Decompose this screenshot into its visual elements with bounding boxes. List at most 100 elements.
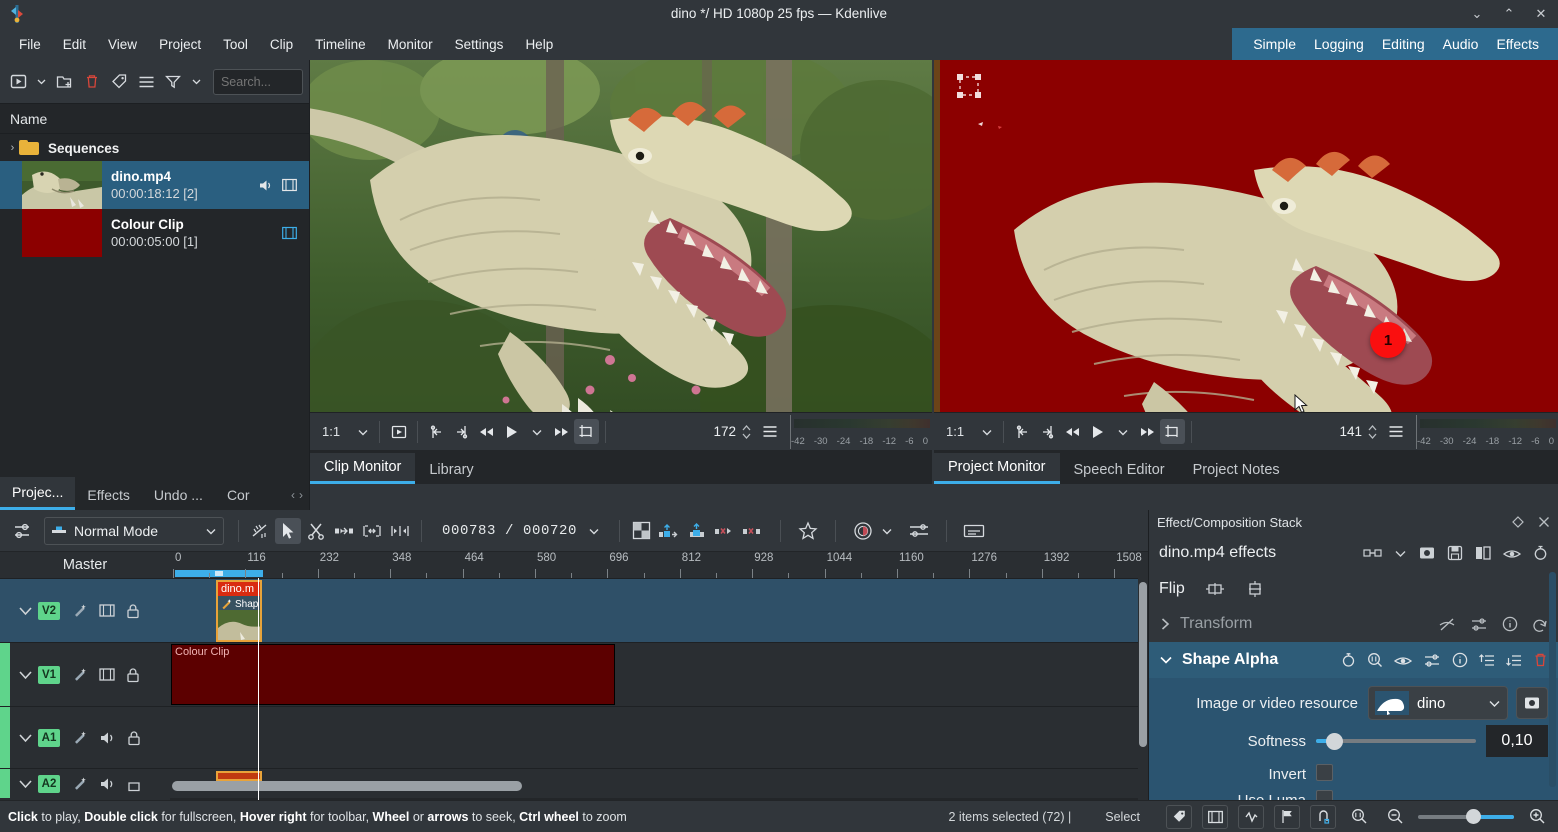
play-icon[interactable] (1085, 419, 1110, 444)
bin-folder-sequences[interactable]: › Sequences (0, 135, 309, 161)
filter-menu-chevron-down-icon[interactable] (188, 69, 205, 95)
timeline-track-v1[interactable]: Colour Clip (170, 642, 1148, 706)
lock-icon[interactable] (127, 730, 141, 746)
mask-icon[interactable] (628, 518, 654, 544)
lock-icon[interactable] (126, 667, 140, 683)
effect-stack-scrollbar[interactable] (1549, 572, 1556, 787)
timeline-track-a1[interactable] (170, 706, 1148, 768)
effects-icon[interactable] (72, 667, 88, 683)
extract-zone-icon[interactable] (684, 518, 710, 544)
effects-icon[interactable] (72, 776, 88, 792)
keyframe-icon[interactable] (1341, 652, 1356, 668)
subtitle-icon[interactable] (961, 518, 987, 544)
audio-icon[interactable] (99, 776, 116, 792)
track-name[interactable]: A2 (38, 775, 60, 793)
effects-icon[interactable] (72, 603, 88, 619)
menu-item-view[interactable]: View (97, 33, 148, 56)
chevron-down-icon[interactable] (1488, 698, 1501, 709)
timeline-horizontal-scrollbar[interactable] (172, 781, 522, 791)
insert-zone-icon[interactable] (656, 518, 682, 544)
project-monitor-position[interactable]: 141 (1339, 419, 1408, 444)
dock-tab-scroll-arrows[interactable]: ‹› (291, 488, 309, 510)
track-collapse-chevron-down-icon[interactable] (12, 732, 38, 744)
menu-item-monitor[interactable]: Monitor (377, 33, 444, 56)
favorite-icon[interactable] (795, 518, 821, 544)
add-clip-icon[interactable] (6, 69, 31, 95)
menu-item-clip[interactable]: Clip (259, 33, 304, 56)
keyframe-link-icon[interactable] (1363, 546, 1382, 560)
video-thumbs-icon[interactable] (1202, 805, 1228, 829)
keyframes-icon[interactable] (1470, 617, 1488, 632)
menu-item-settings[interactable]: Settings (444, 33, 515, 56)
softness-slider[interactable] (1316, 732, 1476, 750)
preview-icon[interactable] (1394, 654, 1412, 667)
monitor-keyframe-badge[interactable]: 1 (1370, 322, 1406, 358)
track-head-a2[interactable]: A2 (0, 768, 170, 798)
overwrite-icon[interactable] (740, 518, 766, 544)
zoom-out-icon[interactable] (1382, 805, 1408, 829)
audio-thumbs-icon[interactable] (1238, 805, 1264, 829)
video-icon[interactable] (99, 667, 115, 682)
move-up-icon[interactable] (1479, 653, 1495, 668)
chevron-down-icon[interactable] (343, 426, 369, 438)
chevron-right-icon[interactable]: › (299, 488, 303, 502)
folder-expander-icon[interactable]: › (6, 142, 19, 154)
rewind-icon[interactable] (474, 419, 499, 444)
timeline-track-v2[interactable]: dino.m Shap (170, 578, 1148, 642)
razor-tool-icon[interactable] (303, 518, 329, 544)
menu-item-project[interactable]: Project (148, 33, 212, 56)
timeline-clip-audio[interactable] (216, 771, 262, 781)
position-stepper[interactable] (741, 424, 752, 440)
timecode-menu-chevron-down-icon[interactable] (585, 518, 603, 544)
dock-tab-undo[interactable]: Undo ... (142, 480, 215, 510)
dock-tab-effects[interactable]: Effects (75, 480, 142, 510)
softness-value[interactable]: 0,10 (1486, 725, 1548, 757)
record-menu-chevron-down-icon[interactable] (878, 518, 896, 544)
project-monitor-tab-speecheditor[interactable]: Speech Editor (1060, 456, 1179, 484)
track-head-v2[interactable]: V2 (0, 578, 170, 642)
ripple-tool-icon[interactable] (387, 518, 413, 544)
track-collapse-chevron-down-icon[interactable] (12, 669, 38, 681)
rewind-icon[interactable] (1060, 419, 1085, 444)
layout-editing[interactable]: Editing (1373, 32, 1434, 56)
menu-item-edit[interactable]: Edit (52, 33, 97, 56)
play-menu-chevron-down-icon[interactable] (1110, 419, 1135, 444)
clip-monitor-tab-library[interactable]: Library (415, 456, 487, 484)
minimize-icon[interactable]: ⌄ (1468, 5, 1486, 23)
mask-icon[interactable] (1419, 545, 1435, 561)
clip-monitor-fullscreen-icon[interactable] (386, 419, 411, 444)
menu-item-help[interactable]: Help (514, 33, 564, 56)
params-icon[interactable] (1423, 653, 1441, 668)
effect-row-transform[interactable]: Transform (1149, 606, 1558, 642)
track-head-a1[interactable]: A1 (0, 706, 170, 768)
audio-icon[interactable] (99, 730, 116, 746)
tag-icon[interactable] (106, 69, 131, 95)
project-monitor-tab-projectnotes[interactable]: Project Notes (1179, 456, 1294, 484)
use-zone-icon[interactable] (1160, 419, 1185, 444)
clip-monitor-tab-clipmonitor[interactable]: Clip Monitor (310, 453, 415, 484)
project-monitor-view[interactable]: 1 (934, 60, 1558, 472)
info-icon[interactable] (1502, 616, 1518, 632)
resource-pick-button[interactable] (1516, 687, 1548, 719)
snap-icon[interactable] (1310, 805, 1336, 829)
info-icon[interactable] (1452, 652, 1468, 668)
close-icon[interactable]: ✕ (1532, 5, 1550, 23)
zoom-in-icon[interactable] (1524, 805, 1550, 829)
flip-horizontal-icon[interactable] (1205, 581, 1225, 597)
selection-tool-icon[interactable] (275, 518, 301, 544)
timeline-playhead[interactable] (258, 578, 259, 800)
timeline-track-a2[interactable] (170, 768, 1148, 798)
timeline-edit-mode-select[interactable]: Normal Mode (44, 517, 224, 545)
chevron-down-icon[interactable] (205, 525, 217, 537)
menu-item-file[interactable]: File (8, 33, 52, 56)
mixer-icon[interactable] (906, 518, 932, 544)
float-icon[interactable] (1512, 516, 1524, 528)
reset-icon[interactable] (1533, 545, 1548, 561)
invert-checkbox[interactable] (1316, 764, 1333, 781)
track-collapse-chevron-down-icon[interactable] (12, 778, 38, 790)
timeline-timecode[interactable]: 000783 / 000720 (430, 523, 583, 539)
chevron-left-icon[interactable]: ‹ (291, 488, 295, 502)
tag-icon[interactable] (1166, 805, 1192, 829)
reset-icon[interactable] (1532, 617, 1548, 632)
fit-zoom-icon[interactable] (1346, 805, 1372, 829)
